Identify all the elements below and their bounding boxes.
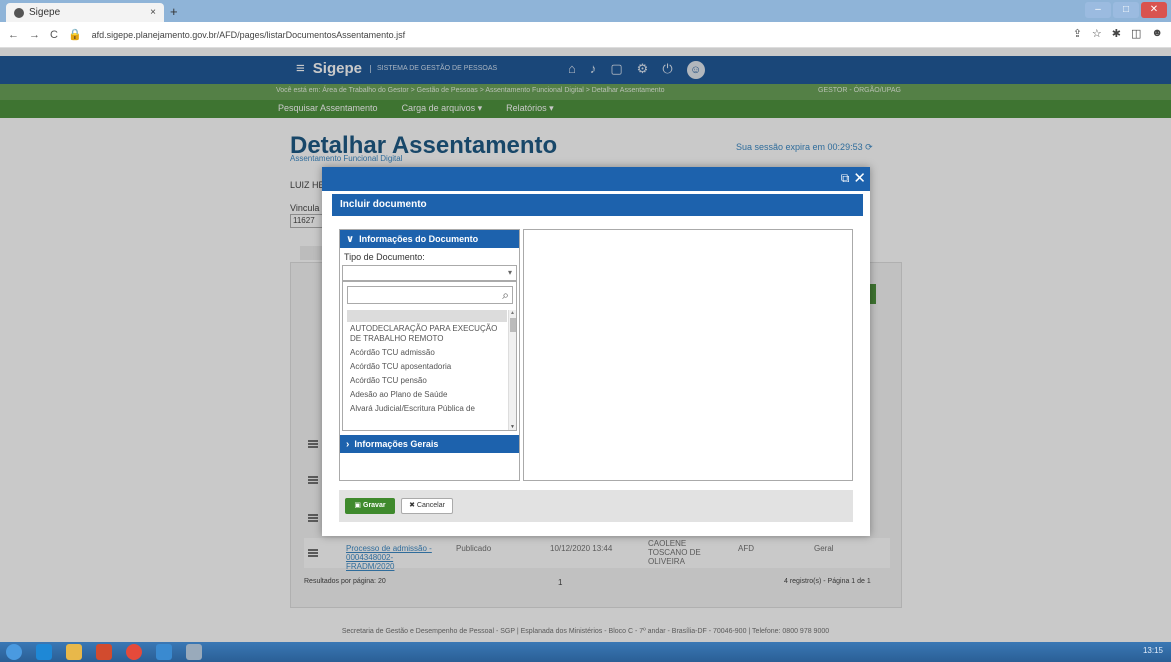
ie-icon[interactable] [36,644,52,660]
sidebar-icon[interactable]: ◫ [1131,27,1141,40]
chevron-down-icon: ∨ [346,233,355,245]
share-icon[interactable]: ⇪ [1073,27,1082,40]
cancel-button[interactable]: ✖ Cancelar [401,498,453,514]
include-document-modal: ⧉ ✕ Incluir documento ∨ Informações do D… [322,167,870,536]
scroll-up-icon[interactable]: ▲ [510,310,515,316]
modal-footer: ▣ Gravar ✖ Cancelar [339,490,853,522]
section-document-info-label: Informações do Documento [359,234,479,244]
close-window-button[interactable]: ✕ [1141,2,1167,18]
windows-taskbar: 13:15 [0,642,1171,662]
chevron-down-icon: ▾ [507,268,512,277]
save-icon: ▣ [354,502,362,509]
profile-icon[interactable]: ☻ [1151,27,1163,40]
app-icon[interactable] [186,644,202,660]
start-button-icon[interactable] [6,644,22,660]
dropdown-option[interactable]: Adesão ao Plano de Saúde [347,388,507,402]
form-right-pane [523,229,853,481]
minimize-button[interactable]: – [1085,2,1111,18]
forward-button[interactable]: → [29,29,40,41]
modal-title: Incluir documento [332,194,863,216]
document-type-dropdown: ⌕ AUTODECLARAÇÃO PARA EXECUÇÃO DE TRABAL… [342,281,517,431]
section-document-info[interactable]: ∨ Informações do Documento [340,230,519,248]
search-icon: ⌕ [502,288,509,302]
app-icon[interactable] [156,644,172,660]
url-field[interactable]: afd.sigepe.planejamento.gov.br/AFD/pages… [92,30,406,40]
dropdown-search-input[interactable]: ⌕ [347,286,513,304]
star-icon[interactable]: ☆ [1092,27,1102,40]
browser-tab-bar: Sigepe × + – □ ✕ [0,0,1171,22]
section-general-info[interactable]: › Informações Gerais [340,435,519,453]
extensions-icon[interactable]: ✱ [1112,27,1121,40]
dropdown-option[interactable]: Acórdão TCU pensão [347,374,507,388]
document-type-select[interactable]: ▾ [342,265,517,281]
reload-button[interactable]: C [50,29,58,41]
scroll-thumb[interactable] [510,318,516,332]
chrome-icon[interactable] [126,644,142,660]
cancel-icon: ✖ [409,502,415,509]
cancel-button-label: Cancelar [416,502,445,509]
system-clock: 13:15 [1142,646,1163,655]
dropdown-scrollbar[interactable]: ▲ ▼ [508,310,516,430]
section-general-info-label: Informações Gerais [354,439,439,449]
dropdown-options: AUTODECLARAÇÃO PARA EXECUÇÃO DE TRABALHO… [347,310,507,430]
lock-icon: 🔒 [67,29,82,41]
save-button-label: Gravar [363,502,386,509]
address-bar: ← → C 🔒 afd.sigepe.planejamento.gov.br/A… [0,22,1171,48]
tab-close-icon[interactable]: × [150,7,156,18]
dropdown-option-blank[interactable] [347,310,507,322]
dropdown-option[interactable]: Acórdão TCU admissão [347,346,507,360]
save-button[interactable]: ▣ Gravar [345,498,395,514]
window-controls: – □ ✕ [1085,2,1167,18]
dropdown-option[interactable]: AUTODECLARAÇÃO PARA EXECUÇÃO DE TRABALHO… [347,322,507,346]
new-tab-button[interactable]: + [170,4,178,19]
dropdown-option[interactable]: Acórdão TCU aposentadoria [347,360,507,374]
document-type-label: Tipo de Documento: [344,252,425,262]
chevron-right-icon: › [346,438,350,450]
scroll-down-icon[interactable]: ▼ [510,424,515,430]
open-external-icon[interactable]: ⧉ [841,171,850,187]
favicon-icon [14,7,24,18]
back-button[interactable]: ← [8,29,19,41]
browser-toolbar-icons: ⇪ ☆ ✱ ◫ ☻ [1073,27,1163,40]
modal-titlebar: ⧉ ✕ [322,167,870,191]
dropdown-option[interactable]: Alvará Judicial/Escritura Pública de [347,402,507,416]
maximize-button[interactable]: □ [1113,2,1139,18]
form-left-pane: ∨ Informações do Documento Tipo de Docum… [339,229,520,481]
browser-tab[interactable]: Sigepe × [6,3,164,22]
file-explorer-icon[interactable] [66,644,82,660]
office-icon[interactable] [96,644,112,660]
close-icon[interactable]: ✕ [853,169,866,187]
tab-title: Sigepe [29,7,61,18]
